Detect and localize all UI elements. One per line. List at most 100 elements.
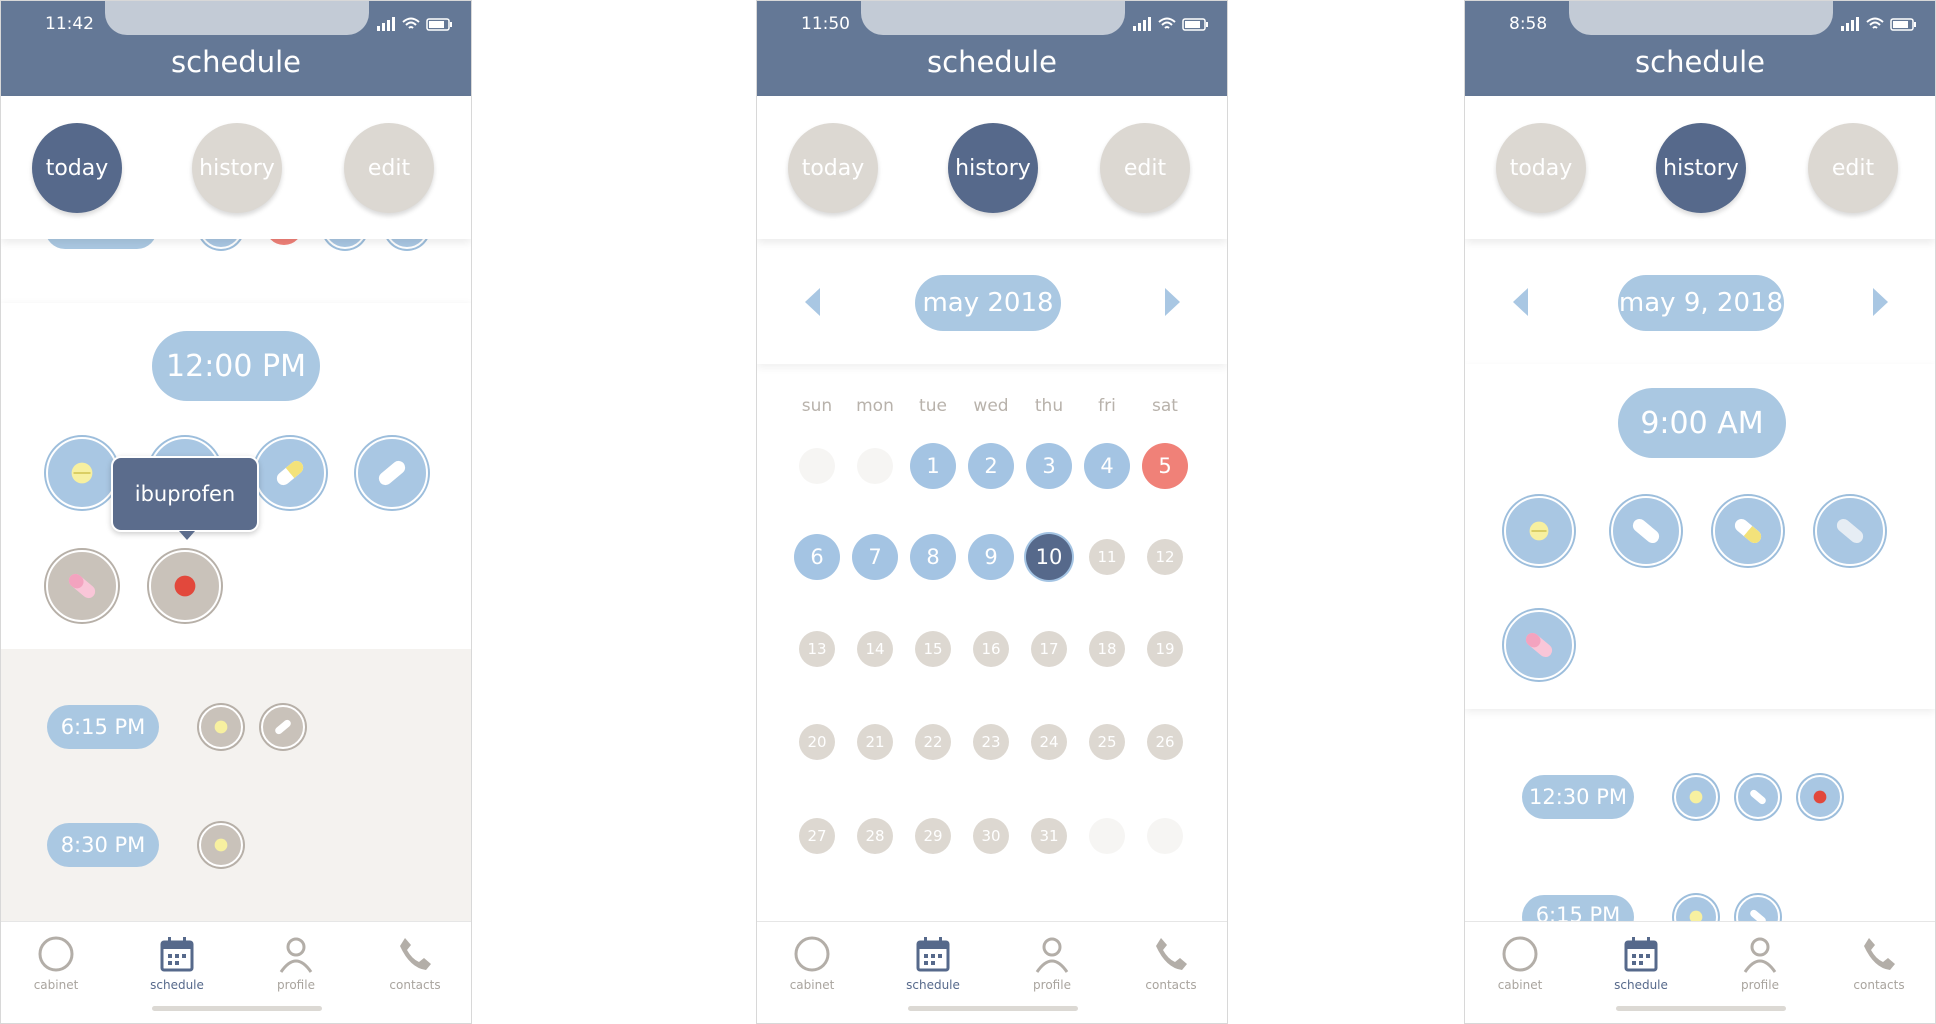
nav-contacts[interactable]: contacts [1121,934,1221,992]
tab-edit[interactable]: edit [1100,123,1190,213]
pink-capsule-button[interactable] [46,550,118,622]
calendar-day-selected[interactable]: 10 [1026,534,1072,580]
calendar-day-future[interactable]: 27 [799,818,835,854]
phone-notch [105,1,369,35]
tab-history[interactable]: history [1656,123,1746,213]
tab-today[interactable]: today [788,123,878,213]
tab-edit[interactable]: edit [1808,123,1898,213]
calendar-day[interactable]: 6 [794,534,840,580]
time-slot-pill[interactable]: 6:15 PM [47,705,159,749]
time-slot-pill[interactable]: 12:30 PM [1522,775,1634,819]
calendar-day-future[interactable]: 22 [915,724,951,760]
person-icon [1743,937,1777,973]
calendar-day-future[interactable]: 25 [1089,724,1125,760]
white-capsule-button[interactable] [1611,496,1681,566]
bottom-nav: cabinet schedule profile contacts [1,921,471,1023]
schedule-history-calendar-screen: 11:50 schedule today history edit may 20… [756,0,1228,1024]
month-label[interactable]: may 2018 [915,275,1061,331]
weekday-label: mon [856,396,894,416]
red-pill-button[interactable] [1798,775,1842,819]
nav-profile[interactable]: profile [1002,934,1102,992]
light-capsule-button[interactable] [1815,496,1885,566]
next-month-arrow-icon[interactable] [1165,288,1180,316]
calendar-day-future[interactable]: 19 [1147,631,1183,667]
calendar-day-future[interactable]: 23 [973,724,1009,760]
next-day-arrow-icon[interactable] [1873,288,1888,316]
nav-schedule[interactable]: schedule [127,934,227,992]
prev-day-arrow-icon[interactable] [1513,288,1528,316]
round-pill-button[interactable] [199,823,243,867]
calendar-day[interactable]: 9 [968,534,1014,580]
calendar-day-future[interactable]: 28 [857,818,893,854]
calendar-day-future[interactable]: 30 [973,818,1009,854]
nav-profile[interactable]: profile [1710,934,1810,992]
round-pill-button[interactable] [1674,895,1718,923]
capsule-button[interactable] [1736,895,1780,923]
weekday-label: sat [1152,396,1178,416]
calendar-day-future[interactable]: 24 [1031,724,1067,760]
capsule-button[interactable] [1736,775,1780,819]
calendar-day-missed[interactable]: 5 [1142,443,1188,489]
status-icons [1133,17,1208,31]
nav-cabinet[interactable]: cabinet [762,934,862,992]
calendar-day-future[interactable]: 21 [857,724,893,760]
calendar-icon [160,937,194,972]
date-label[interactable]: may 9, 2018 [1618,275,1784,331]
tab-today[interactable]: today [1496,123,1586,213]
tab-history[interactable]: history [192,123,282,213]
nav-contacts[interactable]: contacts [365,934,465,992]
calendar-day[interactable]: 8 [910,534,956,580]
red-pill-button[interactable] [149,550,221,622]
round-pill-button[interactable] [1674,775,1718,819]
status-time: 11:50 [801,14,850,34]
calendar-day[interactable]: 4 [1084,443,1130,489]
yellow-capsule-button[interactable] [1713,496,1783,566]
calendar-day-future[interactable]: 14 [857,631,893,667]
calendar-day-future[interactable]: 16 [973,631,1009,667]
calendar-day-future[interactable]: 17 [1031,631,1067,667]
nav-profile[interactable]: profile [246,934,346,992]
calendar-day-future[interactable]: 29 [915,818,951,854]
capsule-icon [1750,909,1766,923]
calendar-day-future[interactable]: 20 [799,724,835,760]
calendar-day-future[interactable]: 13 [799,631,835,667]
calendar-icon [1624,937,1658,972]
prev-month-arrow-icon[interactable] [805,288,820,316]
calendar-day-future[interactable]: 26 [1147,724,1183,760]
capsule-button[interactable] [261,705,305,749]
round-pill-button[interactable] [199,705,243,749]
calendar-day-future[interactable]: 18 [1089,631,1125,667]
nav-contacts[interactable]: contacts [1829,934,1929,992]
calendar-day-future[interactable]: 12 [1147,539,1183,575]
capsule-icon [276,460,304,486]
yellow-round-pill-button[interactable] [1504,496,1574,566]
calendar-day[interactable]: 7 [852,534,898,580]
nav-schedule[interactable]: schedule [1591,934,1691,992]
tab-today[interactable]: today [32,123,122,213]
pink-capsule-button[interactable] [1504,610,1574,680]
yellow-round-pill-button[interactable] [46,437,118,509]
white-capsule-button[interactable] [356,437,428,509]
yellow-capsule-button[interactable] [254,437,326,509]
time-slot-pill[interactable]: 12:00 PM [152,331,320,401]
nav-cabinet[interactable]: cabinet [1470,934,1570,992]
weekday-label: fri [1098,396,1116,416]
phone-icon [1864,938,1895,970]
time-slot-pill[interactable]: 6:15 PM [1522,895,1634,923]
tab-history[interactable]: history [948,123,1038,213]
schedule-history-day-screen: 8:58 schedule today history edit may 9, … [1464,0,1936,1024]
calendar-day[interactable]: 3 [1026,443,1072,489]
round-pill-icon [1813,790,1827,804]
time-slot-pill[interactable]: 8:30 PM [47,823,159,867]
calendar-day-future[interactable]: 31 [1031,818,1067,854]
nav-cabinet[interactable]: cabinet [6,934,106,992]
nav-label: profile [277,978,315,992]
calendar-day[interactable]: 2 [968,443,1014,489]
calendar-day[interactable]: 1 [910,443,956,489]
calendar-day-future[interactable]: 11 [1089,539,1125,575]
nav-schedule[interactable]: schedule [883,934,983,992]
tab-edit[interactable]: edit [344,123,434,213]
time-slot-pill[interactable]: 9:00 AM [1618,388,1786,458]
calendar-day-future[interactable]: 15 [915,631,951,667]
page-title: schedule [1635,45,1765,79]
